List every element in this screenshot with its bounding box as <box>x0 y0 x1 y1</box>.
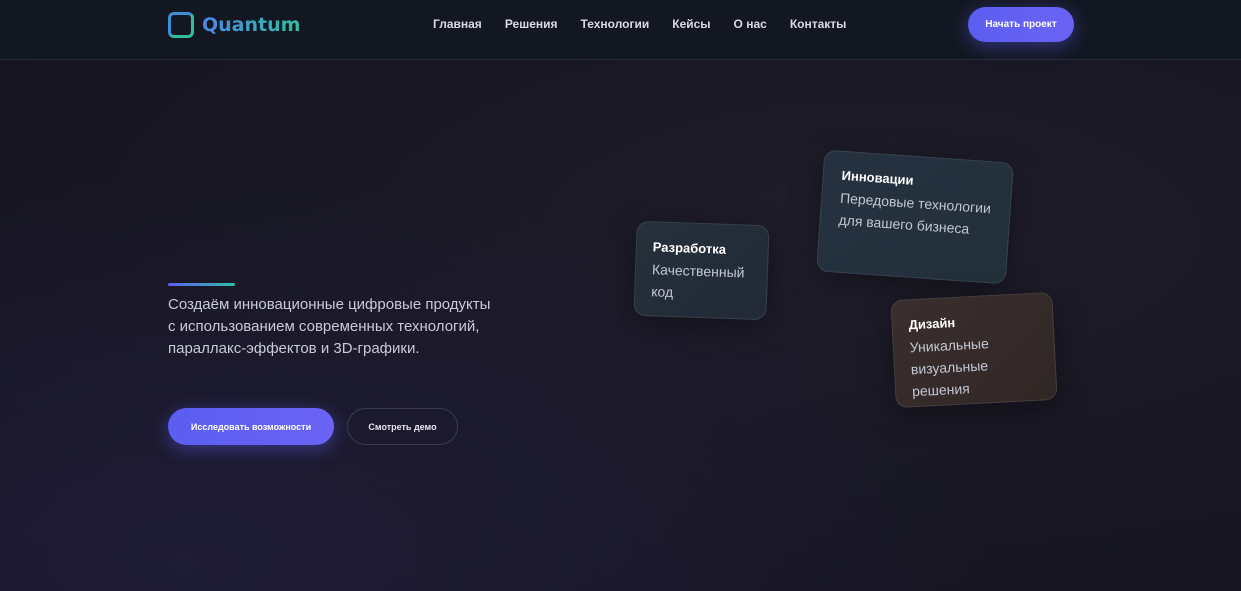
nav-item-home[interactable]: Главная <box>433 17 482 31</box>
start-project-button[interactable]: Начать проект <box>968 7 1074 42</box>
card-description: Передовые технологии для вашего бизнеса <box>838 189 992 237</box>
watch-demo-button[interactable]: Смотреть демо <box>347 408 458 445</box>
nav-item-contacts[interactable]: Контакты <box>790 17 847 31</box>
hero-description: Создаём инновационные цифровые продукты … <box>168 296 491 357</box>
card-description: Уникальные визуальные решения <box>909 335 990 400</box>
feature-card-design: Дизайн Уникальные визуальные решения <box>890 291 1058 409</box>
nav-item-cases[interactable]: Кейсы <box>672 17 710 31</box>
card-title: Разработка <box>652 239 727 257</box>
explore-button[interactable]: Исследовать возможности <box>168 408 334 445</box>
site-header: Quantum Главная Решения Технологии Кейсы… <box>0 0 1241 60</box>
accent-divider <box>168 283 235 286</box>
nav-item-technologies[interactable]: Технологии <box>581 17 650 31</box>
logo-text: Quantum <box>202 14 301 36</box>
main-nav: Главная Решения Технологии Кейсы О нас К… <box>433 17 869 31</box>
feature-card-development: Разработка Качественный код <box>633 220 770 321</box>
feature-card-innovation: Инновации Передовые технологии для вашег… <box>815 149 1015 285</box>
nav-item-solutions[interactable]: Решения <box>505 17 558 31</box>
nav-item-about[interactable]: О нас <box>734 17 767 31</box>
card-title: Дизайн <box>908 314 956 333</box>
logo[interactable]: Quantum <box>168 11 300 39</box>
logo-icon <box>168 12 194 38</box>
card-description: Качественный код <box>650 261 745 301</box>
